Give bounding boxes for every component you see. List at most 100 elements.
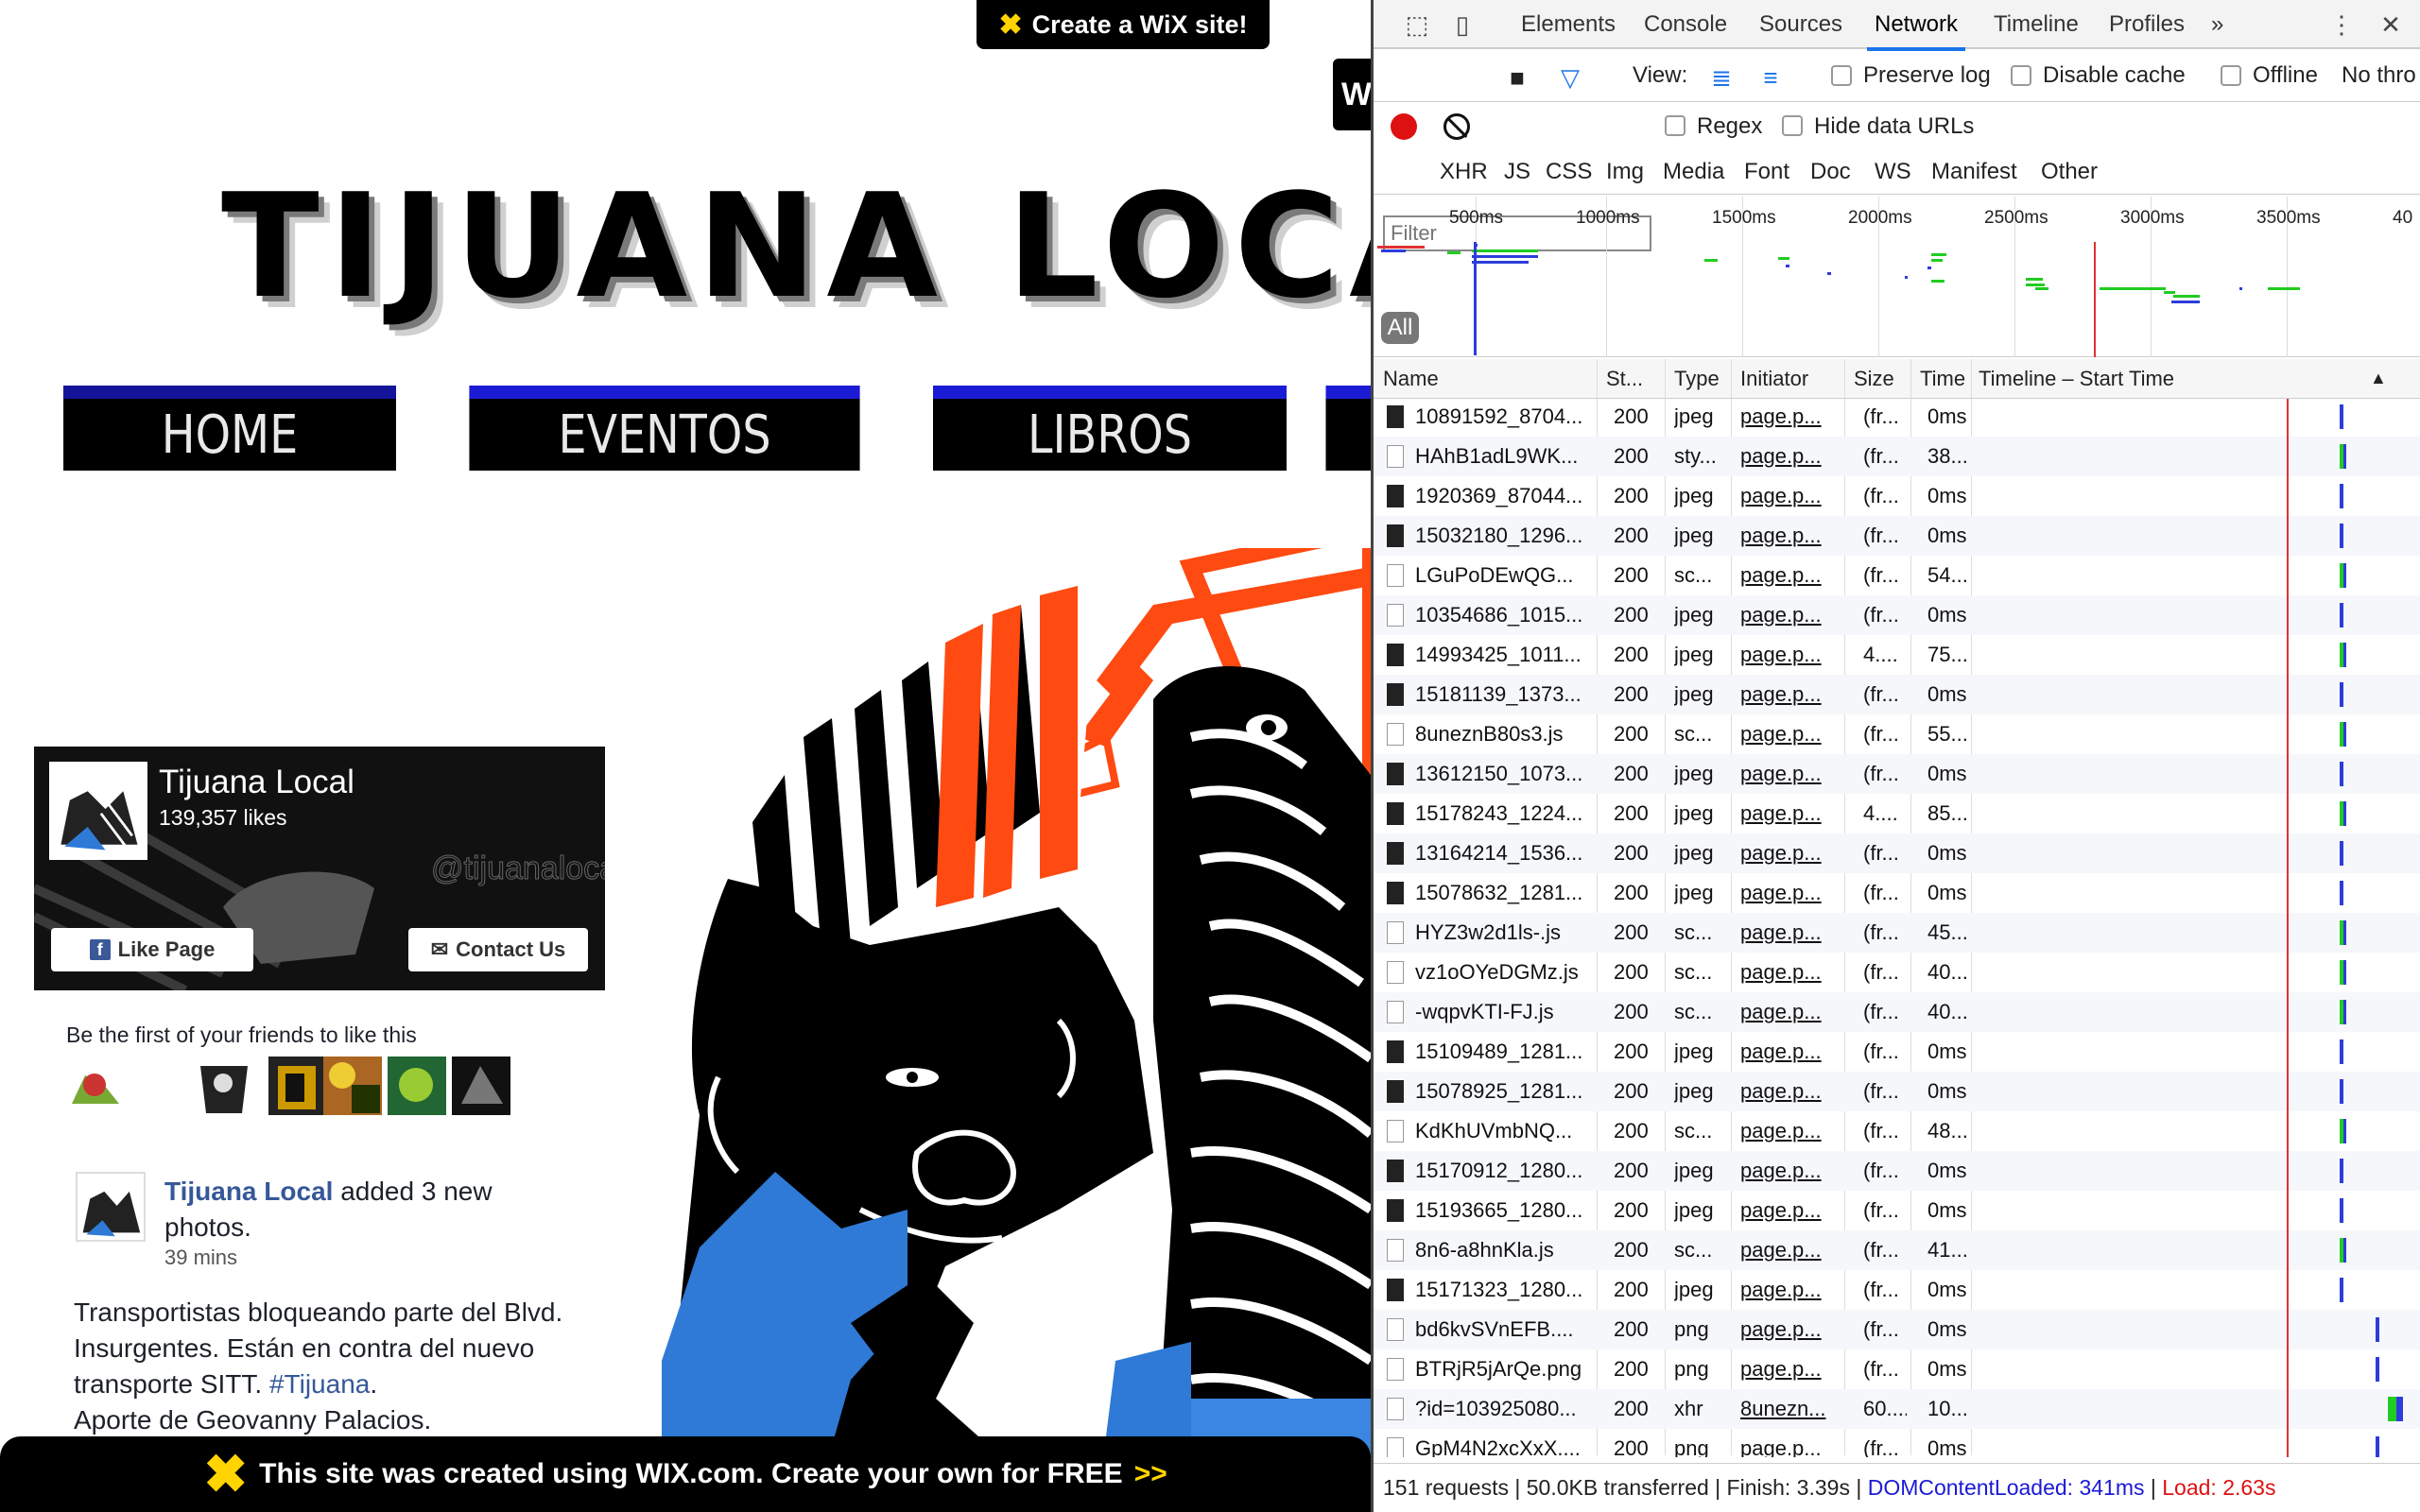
- filter-icon[interactable]: ▽: [1555, 62, 1585, 93]
- device-toolbar-icon[interactable]: ▯: [1447, 9, 1478, 40]
- network-request-row[interactable]: vz1oOYeDGMz.js 200 sc... page.p... (fr... 40.…: [1374, 953, 2420, 992]
- network-request-row[interactable]: 13164214_1536... 200 jpeg page.p... (fr... 0m…: [1374, 833, 2420, 873]
- request-initiator[interactable]: page.p...: [1740, 563, 1841, 588]
- like-page-button[interactable]: f Like Page: [51, 928, 253, 971]
- friend-avatar[interactable]: [388, 1057, 446, 1115]
- request-initiator[interactable]: page.p...: [1740, 1436, 1841, 1457]
- tab-profiles[interactable]: Profiles: [2109, 11, 2185, 38]
- request-initiator[interactable]: page.p...: [1740, 1198, 1841, 1223]
- request-initiator[interactable]: page.p...: [1740, 1079, 1841, 1104]
- network-request-row[interactable]: 15178243_1224... 200 jpeg page.p... 4.... 85.…: [1374, 794, 2420, 833]
- tab-timeline[interactable]: Timeline: [1994, 11, 2079, 38]
- network-request-row[interactable]: 14993425_1011... 200 jpeg page.p... 4.... 75.…: [1374, 635, 2420, 675]
- capture-screenshots-icon[interactable]: ■: [1502, 62, 1532, 93]
- request-initiator[interactable]: page.p...: [1740, 722, 1841, 747]
- network-request-row[interactable]: bd6kvSVnEFB.... 200 png page.p... (fr... 0ms: [1374, 1310, 2420, 1349]
- network-request-row[interactable]: KdKhUVmbNQ... 200 sc... page.p... (fr... 48..…: [1374, 1111, 2420, 1151]
- friend-avatar[interactable]: [195, 1057, 253, 1115]
- type-filter-css[interactable]: CSS: [1546, 159, 1592, 185]
- network-request-row[interactable]: 10891592_8704... 200 jpeg page.p... (fr... 0m…: [1374, 399, 2420, 437]
- network-request-row[interactable]: 10354686_1015... 200 jpeg page.p... (fr... 0m…: [1374, 595, 2420, 635]
- network-request-row[interactable]: 1920369_87044... 200 jpeg page.p... (fr... 0m…: [1374, 476, 2420, 516]
- post-author-avatar[interactable]: [76, 1172, 146, 1242]
- kebab-menu-icon[interactable]: ⋮: [2326, 9, 2357, 40]
- request-initiator[interactable]: page.p...: [1740, 841, 1841, 866]
- network-request-row[interactable]: 15109489_1281... 200 jpeg page.p... (fr... 0m…: [1374, 1032, 2420, 1072]
- request-initiator[interactable]: page.p...: [1740, 1278, 1841, 1302]
- request-initiator[interactable]: page.p...: [1740, 643, 1841, 667]
- network-request-row[interactable]: BTRjR5jArQe.png 200 png page.p... (fr... 0ms: [1374, 1349, 2420, 1389]
- inspect-element-icon[interactable]: ⬚: [1402, 9, 1432, 40]
- network-request-row[interactable]: ?id=103925080... 200 xhr 8unezn... 60.... 10.…: [1374, 1389, 2420, 1429]
- request-initiator[interactable]: page.p...: [1740, 1159, 1841, 1183]
- request-initiator[interactable]: page.p...: [1740, 1040, 1841, 1064]
- network-request-row[interactable]: LGuPoDEwQG... 200 sc... page.p... (fr... 54..…: [1374, 556, 2420, 595]
- network-request-row[interactable]: 15078632_1281... 200 jpeg page.p... (fr... 0m…: [1374, 873, 2420, 913]
- more-tabs-icon[interactable]: »: [2211, 11, 2223, 38]
- waterfall-view-icon[interactable]: ≡: [1755, 62, 1786, 93]
- request-initiator[interactable]: page.p...: [1740, 960, 1841, 985]
- type-filter-img[interactable]: Img: [1606, 159, 1644, 185]
- post-timestamp[interactable]: 39 mins: [164, 1246, 237, 1270]
- nav-libros[interactable]: LIBROS: [933, 386, 1287, 471]
- hashtag-link[interactable]: #Tijuana: [269, 1369, 370, 1399]
- request-initiator[interactable]: page.p...: [1740, 801, 1841, 826]
- column-initiator[interactable]: Initiator: [1740, 367, 1808, 391]
- type-filter-xhr[interactable]: XHR: [1440, 159, 1488, 185]
- network-overview[interactable]: 500ms 1000ms 1500ms 2000ms 2500ms 3000ms…: [1374, 197, 2420, 357]
- network-request-row[interactable]: 13612150_1073... 200 jpeg page.p... (fr... 0m…: [1374, 754, 2420, 794]
- preserve-log-checkbox[interactable]: [1831, 65, 1852, 86]
- request-initiator[interactable]: page.p...: [1740, 881, 1841, 905]
- tab-elements[interactable]: Elements: [1521, 11, 1616, 38]
- request-initiator[interactable]: page.p...: [1740, 1317, 1841, 1342]
- request-initiator[interactable]: page.p...: [1740, 1357, 1841, 1382]
- network-request-row[interactable]: 15170912_1280... 200 jpeg page.p... (fr... 0m…: [1374, 1151, 2420, 1191]
- column-name[interactable]: Name: [1383, 367, 1439, 391]
- network-request-row[interactable]: GpM4N2xcXxX.... 200 png page.p... (fr... 0ms: [1374, 1429, 2420, 1457]
- network-request-row[interactable]: 8n6-a8hnKla.js 200 sc... page.p... (fr... 41.…: [1374, 1230, 2420, 1270]
- network-request-row[interactable]: 15181139_1373... 200 jpeg page.p... (fr... 0m…: [1374, 675, 2420, 714]
- request-initiator[interactable]: page.p...: [1740, 1238, 1841, 1263]
- column-size[interactable]: Size: [1854, 367, 1894, 391]
- type-filter-doc[interactable]: Doc: [1810, 159, 1851, 185]
- network-request-list[interactable]: 10891592_8704... 200 jpeg page.p... (fr... 0m…: [1374, 399, 2420, 1457]
- large-rows-icon[interactable]: ≣: [1706, 62, 1737, 93]
- column-type[interactable]: Type: [1674, 367, 1720, 391]
- network-request-row[interactable]: 15193665_1280... 200 jpeg page.p... (fr... 0m…: [1374, 1191, 2420, 1230]
- create-wix-site-banner[interactable]: ✖ Create a WiX site!: [977, 0, 1270, 49]
- request-initiator[interactable]: page.p...: [1740, 920, 1841, 945]
- facebook-page-name[interactable]: Tijuana Local: [159, 764, 354, 801]
- tab-network[interactable]: Network: [1866, 11, 1966, 51]
- tab-sources[interactable]: Sources: [1759, 11, 1842, 38]
- request-initiator[interactable]: 8unezn...: [1740, 1397, 1841, 1421]
- wix-footer-banner[interactable]: ✖ This site was created using WIX.com. C…: [0, 1436, 1371, 1512]
- request-initiator[interactable]: page.p...: [1740, 682, 1841, 707]
- network-request-row[interactable]: 15078925_1281... 200 jpeg page.p... (fr... 0m…: [1374, 1072, 2420, 1111]
- network-request-row[interactable]: 8uneznB80s3.js 200 sc... page.p... (fr... 55.…: [1374, 714, 2420, 754]
- friend-avatar[interactable]: [268, 1057, 327, 1115]
- column-time[interactable]: Time: [1920, 367, 1965, 391]
- disable-cache-checkbox[interactable]: [2011, 65, 2031, 86]
- post-author-link[interactable]: Tijuana Local: [164, 1177, 333, 1206]
- request-initiator[interactable]: page.p...: [1740, 524, 1841, 548]
- tab-console[interactable]: Console: [1644, 11, 1727, 38]
- request-initiator[interactable]: page.p...: [1740, 762, 1841, 786]
- contact-us-button[interactable]: ✉ Contact Us: [408, 928, 588, 971]
- type-filter-js[interactable]: JS: [1504, 159, 1530, 185]
- request-initiator[interactable]: page.p...: [1740, 404, 1841, 429]
- friend-avatar[interactable]: [66, 1057, 125, 1115]
- wordpress-icon[interactable]: W: [1333, 59, 1371, 130]
- column-timeline[interactable]: Timeline – Start Time: [1979, 367, 2174, 391]
- close-icon[interactable]: ✕: [2376, 9, 2406, 40]
- network-request-row[interactable]: HAhB1adL9WK... 200 sty... page.p... (fr... 38…: [1374, 437, 2420, 476]
- friend-avatar[interactable]: [323, 1057, 382, 1115]
- throttling-select[interactable]: No thro: [2342, 62, 2416, 89]
- type-filter-other[interactable]: Other: [2041, 159, 2098, 185]
- offline-checkbox[interactable]: [2221, 65, 2241, 86]
- request-initiator[interactable]: page.p...: [1740, 603, 1841, 627]
- nav-eventos[interactable]: EVENTOS: [469, 386, 860, 471]
- regex-checkbox[interactable]: [1665, 115, 1685, 136]
- friend-avatar[interactable]: [452, 1057, 510, 1115]
- network-request-row[interactable]: 15171323_1280... 200 jpeg page.p... (fr... 0m…: [1374, 1270, 2420, 1310]
- hide-data-urls-checkbox[interactable]: [1782, 115, 1803, 136]
